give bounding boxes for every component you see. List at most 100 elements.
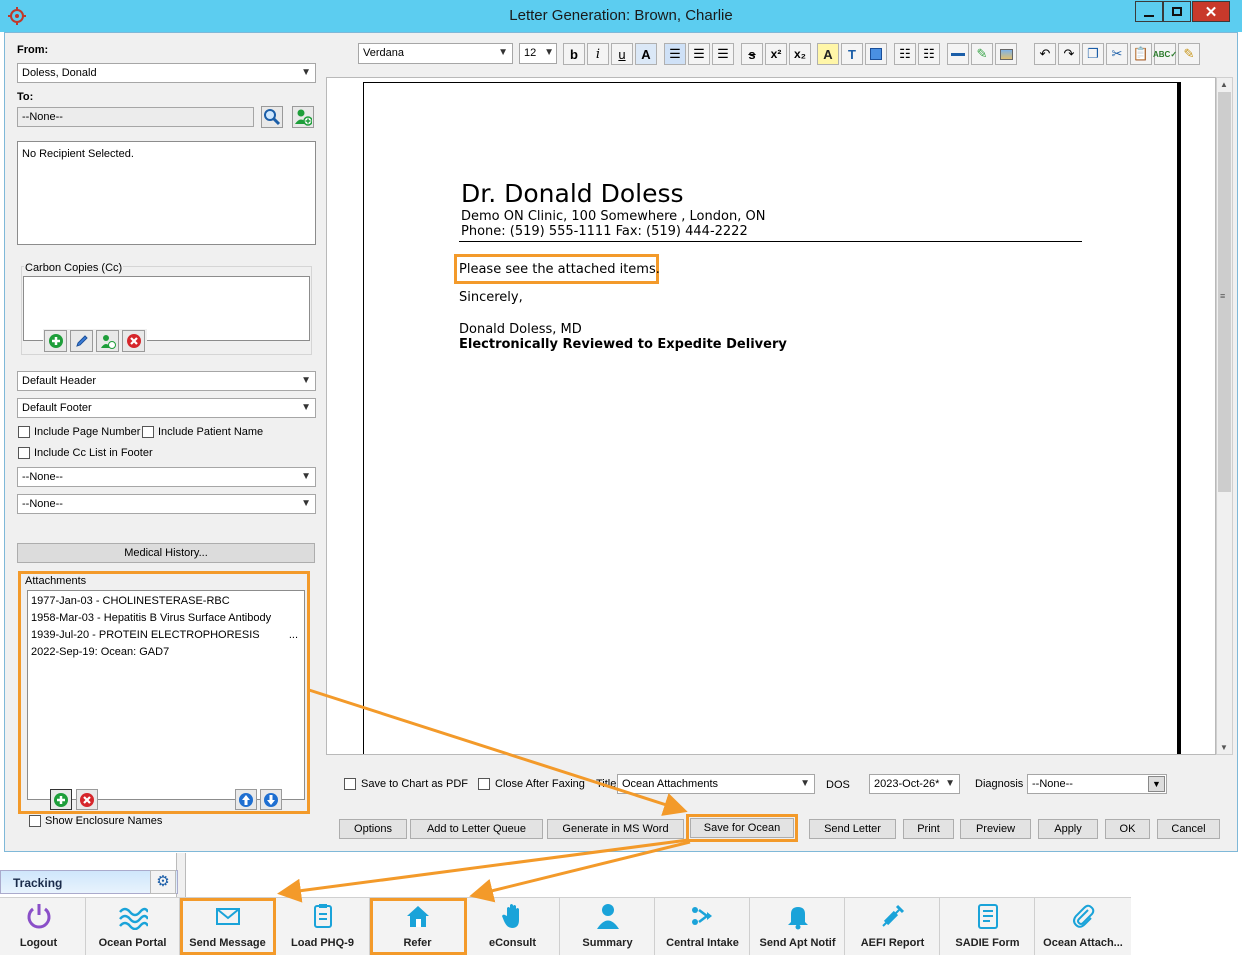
title-label: Title bbox=[596, 778, 617, 790]
search-recipient-button[interactable] bbox=[261, 106, 283, 128]
edit-note-button[interactable]: ✎ bbox=[1178, 43, 1200, 65]
copy-button[interactable]: ❐ bbox=[1082, 43, 1104, 65]
horizontal-line-button[interactable] bbox=[947, 43, 969, 65]
font-size-select[interactable]: 12 ▼ bbox=[519, 43, 557, 64]
list-item[interactable]: 1958-Mar-03 - Hepatitis B Virus Surface … bbox=[31, 610, 301, 627]
include-patient-name-checkbox[interactable] bbox=[142, 426, 154, 438]
preview-button[interactable]: Preview bbox=[960, 819, 1031, 839]
tracking-area bbox=[0, 853, 1242, 898]
horizontal-line-icon bbox=[951, 52, 965, 56]
ocean-portal-button[interactable]: Ocean Portal bbox=[86, 898, 180, 955]
font-color-button[interactable]: A bbox=[635, 43, 657, 65]
person-icon bbox=[596, 904, 619, 929]
include-cc-list-label: Include Cc List in Footer bbox=[34, 447, 153, 459]
letter-editor[interactable]: Dr. Donald Doless Demo ON Clinic, 100 So… bbox=[326, 77, 1216, 755]
align-left-button[interactable]: ☰ bbox=[664, 43, 686, 65]
attachment-remove-button[interactable] bbox=[76, 789, 98, 810]
print-button[interactable]: Print bbox=[903, 819, 954, 839]
summary-button[interactable]: Summary bbox=[561, 898, 655, 955]
show-enclosure-names-checkbox[interactable] bbox=[29, 815, 41, 827]
diagnosis-select[interactable]: --None-- ▼ bbox=[1027, 774, 1167, 794]
pen-button[interactable]: ✎ bbox=[971, 43, 993, 65]
cc-edit-button[interactable] bbox=[70, 330, 93, 352]
paste-button[interactable]: 📋 bbox=[1130, 43, 1152, 65]
list-item[interactable]: 2022-Sep-19: Ocean: GAD7 bbox=[31, 644, 301, 661]
save-pdf-checkbox[interactable] bbox=[344, 778, 356, 790]
cancel-button[interactable]: Cancel bbox=[1157, 819, 1220, 839]
load-phq9-button[interactable]: Load PHQ-9 bbox=[276, 898, 370, 955]
logout-button[interactable]: Logout bbox=[0, 898, 86, 955]
none-select-1[interactable]: --None-- ▼ bbox=[17, 467, 316, 487]
attachment-move-up-button[interactable] bbox=[235, 789, 257, 810]
attachment-add-button[interactable] bbox=[50, 789, 72, 810]
ocean-attach-button[interactable]: Ocean Attach... bbox=[1036, 898, 1130, 955]
save-for-ocean-button[interactable]: Save for Ocean bbox=[690, 818, 794, 838]
italic-button[interactable]: i bbox=[587, 43, 609, 65]
cc-remove-button[interactable] bbox=[122, 330, 145, 352]
minimize-button[interactable] bbox=[1135, 1, 1163, 22]
list-item[interactable]: 1977-Jan-03 - CHOLINESTERASE-RBC bbox=[31, 593, 301, 610]
list-item[interactable]: 1939-Jul-20 - PROTEIN ELECTROPHORESIS ..… bbox=[31, 627, 301, 644]
options-button[interactable]: Options bbox=[339, 819, 407, 839]
send-letter-button[interactable]: Send Letter bbox=[809, 819, 896, 839]
close-icon: ✕ bbox=[1204, 3, 1218, 21]
econsult-button[interactable]: eConsult bbox=[466, 898, 560, 955]
title-select[interactable]: Ocean Attachments ▼ bbox=[617, 774, 815, 794]
plus-icon bbox=[54, 792, 68, 807]
apply-button[interactable]: Apply bbox=[1038, 819, 1098, 839]
sadie-form-button[interactable]: SADIE Form bbox=[941, 898, 1035, 955]
align-left-icon: ☰ bbox=[669, 46, 681, 61]
close-button[interactable]: ✕ bbox=[1192, 1, 1230, 22]
maximize-button[interactable] bbox=[1163, 1, 1191, 22]
highlight-button[interactable]: A bbox=[817, 43, 839, 65]
aefi-report-button[interactable]: AEFI Report bbox=[846, 898, 940, 955]
underline-button[interactable]: u bbox=[611, 43, 633, 65]
strikethrough-icon: s bbox=[748, 46, 756, 62]
add-recipient-button[interactable] bbox=[292, 106, 314, 128]
from-select[interactable]: Doless, Donald ▼ bbox=[17, 63, 316, 83]
central-intake-button[interactable]: Central Intake bbox=[656, 898, 750, 955]
add-to-letter-queue-button[interactable]: Add to Letter Queue bbox=[410, 819, 543, 839]
strikethrough-button[interactable]: s bbox=[741, 43, 763, 65]
undo-button[interactable]: ↶ bbox=[1034, 43, 1056, 65]
attachment-move-down-button[interactable] bbox=[260, 789, 282, 810]
align-center-button[interactable]: ☰ bbox=[688, 43, 710, 65]
scroll-up-icon: ▲ bbox=[1220, 80, 1228, 89]
bullet-list-button[interactable]: ☷ bbox=[894, 43, 916, 65]
subscript-button[interactable]: x₂ bbox=[789, 43, 811, 65]
cc-label: Carbon Copies (Cc) bbox=[24, 262, 124, 274]
close-after-faxing-checkbox[interactable] bbox=[478, 778, 490, 790]
title-value: Ocean Attachments bbox=[622, 778, 718, 790]
background-color-button[interactable] bbox=[865, 43, 887, 65]
none-select-2[interactable]: --None-- ▼ bbox=[17, 494, 316, 514]
font-family-select[interactable]: Verdana ▼ bbox=[358, 43, 513, 64]
bold-button[interactable]: b bbox=[563, 43, 585, 65]
cc-add-user-button[interactable] bbox=[96, 330, 119, 352]
tracking-settings-button[interactable]: ⚙ bbox=[150, 870, 176, 894]
remove-icon bbox=[126, 334, 141, 348]
ok-button[interactable]: OK bbox=[1105, 819, 1150, 839]
hand-icon bbox=[501, 904, 519, 928]
spell-check-button[interactable]: ABC✓ bbox=[1153, 43, 1177, 65]
dos-date-picker[interactable]: 2023-Oct-26* ▼ bbox=[869, 774, 960, 794]
search-icon bbox=[264, 109, 281, 126]
send-apt-notif-button[interactable]: Send Apt Notif bbox=[751, 898, 845, 955]
header-select[interactable]: Default Header ▼ bbox=[17, 371, 316, 391]
attachments-list[interactable]: 1977-Jan-03 - CHOLINESTERASE-RBC 1958-Ma… bbox=[27, 590, 305, 800]
include-cc-list-checkbox[interactable] bbox=[18, 447, 30, 459]
include-page-number-checkbox[interactable] bbox=[18, 426, 30, 438]
cut-button[interactable]: ✂ bbox=[1106, 43, 1128, 65]
numbered-list-button[interactable]: ☷ bbox=[918, 43, 940, 65]
align-right-button[interactable]: ☰ bbox=[712, 43, 734, 65]
to-field[interactable]: --None-- bbox=[17, 107, 254, 127]
superscript-button[interactable]: x² bbox=[765, 43, 787, 65]
generate-ms-word-button[interactable]: Generate in MS Word bbox=[547, 819, 684, 839]
insert-image-button[interactable] bbox=[995, 43, 1017, 65]
cc-add-button[interactable] bbox=[44, 330, 67, 352]
text-box-button[interactable]: T bbox=[841, 43, 863, 65]
image-icon bbox=[999, 48, 1013, 60]
footer-select[interactable]: Default Footer ▼ bbox=[17, 398, 316, 418]
letter-scrollbar[interactable]: ▲ ≡ ▼ bbox=[1216, 77, 1233, 755]
redo-button[interactable]: ↷ bbox=[1058, 43, 1080, 65]
medical-history-button[interactable]: Medical History... bbox=[17, 543, 315, 563]
